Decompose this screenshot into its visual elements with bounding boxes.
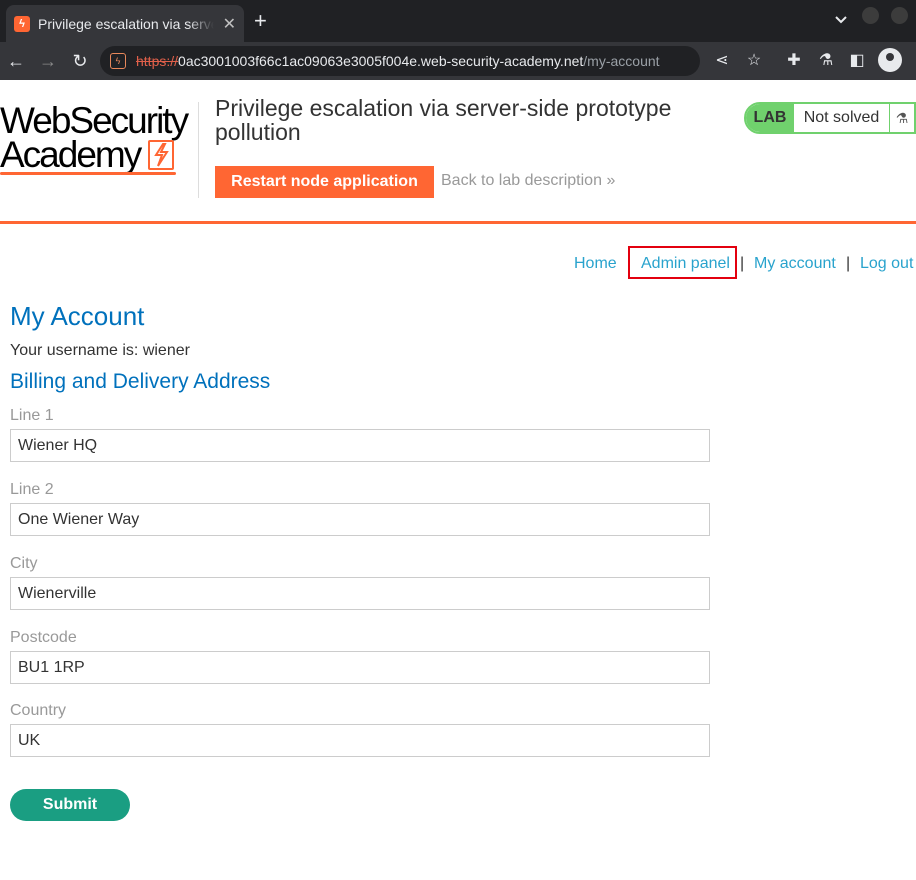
profile-avatar-icon[interactable] <box>878 48 902 72</box>
close-window-icon[interactable] <box>891 7 908 24</box>
share-icon[interactable]: ⋖ <box>712 51 732 71</box>
new-tab-icon[interactable]: + <box>254 9 267 33</box>
nav-my-account-link[interactable]: My account <box>754 255 836 273</box>
country-input[interactable] <box>10 724 710 757</box>
line2-input[interactable] <box>10 503 710 536</box>
username-line: Your username is: wiener <box>10 342 190 359</box>
site-info-icon[interactable]: ϟ <box>110 53 126 69</box>
side-panel-icon[interactable]: ◧ <box>847 51 867 71</box>
submit-button[interactable]: Submit <box>10 789 130 821</box>
labs-flask-icon[interactable]: ⚗ <box>816 51 836 71</box>
portswigger-favicon-icon: ϟ <box>14 15 30 32</box>
line1-label: Line 1 <box>10 407 54 424</box>
line1-input[interactable] <box>10 429 710 462</box>
address-bar[interactable]: ϟ https://0ac3001003f66c1ac09063e3005f00… <box>100 46 700 76</box>
page-title: My Account <box>10 301 145 331</box>
admin-panel-highlight-box <box>628 246 737 279</box>
city-label: City <box>10 555 38 572</box>
back-arrow-icon[interactable]: ← <box>5 50 27 72</box>
reload-icon[interactable]: ↻ <box>69 50 91 72</box>
address-section-title: Billing and Delivery Address <box>10 370 271 393</box>
forward-arrow-icon[interactable]: → <box>37 50 59 72</box>
line2-label: Line 2 <box>10 481 54 498</box>
lab-status-text: Not solved <box>794 104 890 132</box>
lab-header: WebSecurity Academy Privilege escalation… <box>0 80 916 224</box>
close-tab-icon[interactable]: ✕ <box>223 14 236 34</box>
city-input[interactable] <box>10 577 710 610</box>
bookmark-star-icon[interactable]: ☆ <box>744 51 764 71</box>
header-divider <box>198 102 199 198</box>
lab-title: Privilege escalation via server-side pro… <box>215 95 672 145</box>
country-label: Country <box>10 702 67 719</box>
url-text: https://0ac3001003f66c1ac09063e3005f004e… <box>136 53 660 69</box>
tab-title: Privilege escalation via server-side pro… <box>38 15 214 32</box>
postcode-input[interactable] <box>10 651 710 684</box>
browser-tab-bar: ϟ Privilege escalation via server-side p… <box>0 0 916 42</box>
logo-underline <box>0 172 176 175</box>
extensions-puzzle-icon[interactable]: ✚ <box>784 51 804 71</box>
nav-home-link[interactable]: Home <box>574 255 617 273</box>
flask-icon: ⚗ <box>890 104 914 132</box>
nav-log-out-link[interactable]: Log out <box>860 255 913 273</box>
browser-toolbar: ← → ↻ ϟ https://0ac3001003f66c1ac09063e3… <box>0 42 916 80</box>
back-to-lab-description-link[interactable]: Back to lab description » <box>441 172 615 190</box>
web-security-academy-logo[interactable]: WebSecurity Academy <box>0 100 196 180</box>
postcode-label: Postcode <box>10 629 77 646</box>
nav-separator: | <box>740 255 745 272</box>
site-navigation: Home Admin panel | My account | Log out <box>0 255 916 275</box>
logo-bolt-icon <box>148 140 174 170</box>
browser-tab[interactable]: ϟ Privilege escalation via server-side p… <box>6 5 244 42</box>
restart-node-application-button[interactable]: Restart node application <box>215 166 434 198</box>
nav-separator: | <box>846 255 851 272</box>
tab-search-chevron-icon[interactable] <box>832 10 850 28</box>
double-chevron-right-icon: » <box>606 172 616 189</box>
lab-status-widget: LAB Not solved ⚗ <box>744 102 916 134</box>
minimize-window-icon[interactable] <box>862 7 879 24</box>
lab-badge: LAB <box>746 104 794 132</box>
